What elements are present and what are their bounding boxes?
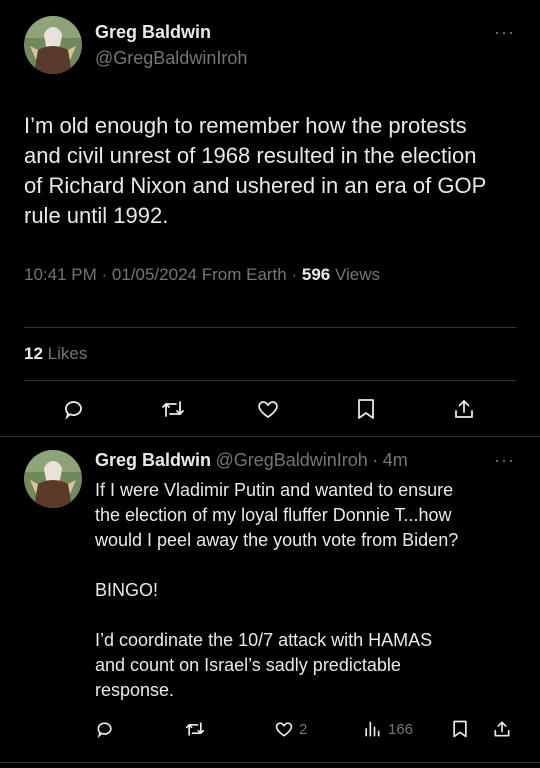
reply-button[interactable] <box>95 719 115 739</box>
share-button[interactable] <box>492 719 512 739</box>
reply-button[interactable] <box>62 397 86 421</box>
heart-icon <box>275 722 293 737</box>
reply-icon <box>65 401 82 420</box>
bookmark-icon <box>453 720 467 738</box>
share-icon <box>494 721 510 737</box>
likes-count: 12 <box>24 344 43 363</box>
likes-label: Likes <box>47 344 88 363</box>
divider <box>0 436 540 437</box>
avatar[interactable] <box>24 450 82 508</box>
retweet-icon <box>162 401 184 417</box>
like-count: 2 <box>299 720 308 738</box>
more-options-icon[interactable]: ··· <box>494 450 515 471</box>
retweet-button[interactable] <box>160 397 186 421</box>
likes-stat[interactable]: 12 Likes <box>24 344 87 364</box>
view-count: 166 <box>388 720 414 738</box>
retweet-button[interactable] <box>184 719 206 739</box>
divider <box>0 762 540 763</box>
divider <box>24 327 516 328</box>
reply-icon <box>97 722 112 739</box>
retweet-icon <box>185 722 205 736</box>
bookmark-button[interactable] <box>355 397 377 421</box>
divider <box>24 380 516 381</box>
tweet-text-line: and civil unrest of 1968 resulted in the… <box>24 143 477 168</box>
tweet-meta: 10:41 PM · 01/05/2024 From Earth · 596 V… <box>24 265 381 284</box>
tweet-text: I’m old enough to remember how the prote… <box>24 111 524 231</box>
tweet-date[interactable]: 01/05/2024 <box>112 265 197 284</box>
tweet-text-line: I’m old enough to remember how the prote… <box>24 113 467 138</box>
views-button[interactable]: 166 <box>362 719 413 739</box>
author-name[interactable]: Greg Baldwin <box>95 450 211 470</box>
share-button[interactable] <box>452 397 476 421</box>
like-button[interactable]: 2 <box>274 719 307 739</box>
tweet-time[interactable]: 10:41 PM <box>24 265 97 284</box>
bookmark-icon <box>358 399 374 419</box>
bookmark-button[interactable] <box>450 719 470 739</box>
more-options-icon[interactable]: ··· <box>494 22 515 43</box>
reply-text: If I were Vladimir Putin and wanted to e… <box>95 480 459 700</box>
like-button[interactable] <box>256 397 280 421</box>
views-icon <box>365 721 380 737</box>
reply-age[interactable]: 4m <box>383 450 408 470</box>
author-name[interactable]: Greg Baldwin <box>95 22 211 43</box>
heart-icon <box>258 401 278 419</box>
views-count: 596 <box>301 265 331 284</box>
tweet-source: From Earth <box>201 265 287 284</box>
author-handle[interactable]: @GregBaldwinIroh <box>95 48 247 69</box>
author-handle[interactable]: @GregBaldwinIroh <box>215 450 367 470</box>
reply-header: Greg Baldwin @GregBaldwinIroh · 4m <box>95 450 408 470</box>
avatar[interactable] <box>24 16 82 74</box>
views-label: Views <box>334 265 381 284</box>
tweet-text-line: of Richard Nixon and ushered in an era o… <box>24 173 487 198</box>
share-icon <box>455 400 473 418</box>
tweet-text-line: rule until 1992. <box>24 203 169 228</box>
